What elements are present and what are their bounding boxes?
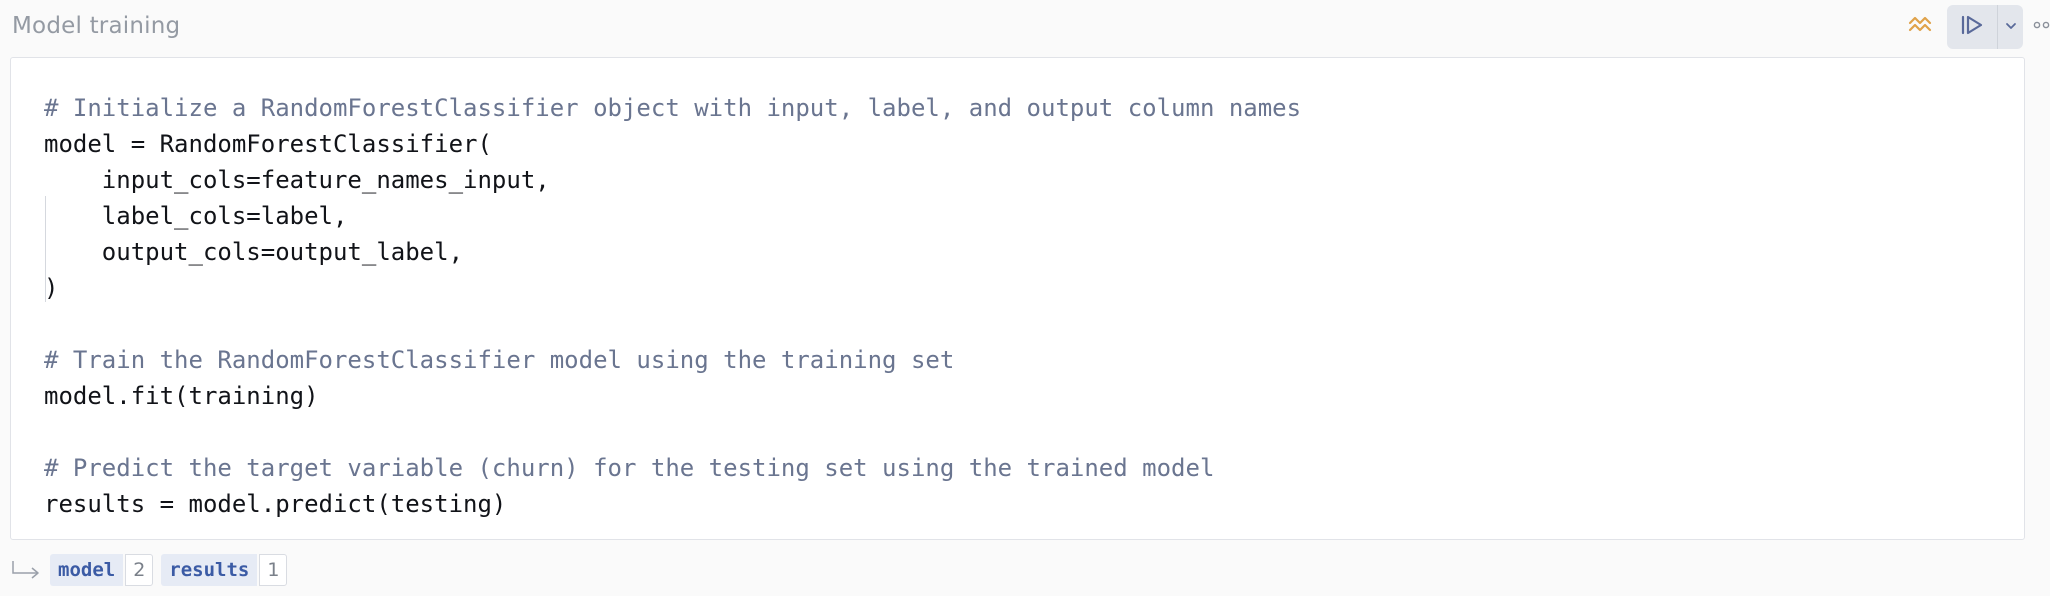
code-line: # Train the RandomForestClassifier model… bbox=[44, 346, 955, 374]
code-line: model.fit(training) bbox=[44, 382, 319, 410]
variable-name: results bbox=[161, 554, 258, 586]
run-button-group bbox=[1947, 5, 2023, 49]
trend-zigzag-icon bbox=[1907, 13, 1933, 40]
code-line: # Initialize a RandomForestClassifier ob… bbox=[44, 94, 1302, 122]
variable-name: model bbox=[50, 554, 124, 586]
more-horizontal-icon bbox=[2033, 17, 2050, 35]
code-line: model = RandomForestClassifier( bbox=[44, 130, 492, 158]
return-arrow-icon bbox=[10, 555, 44, 585]
insight-button[interactable] bbox=[1900, 9, 1940, 43]
cell-outputs: model 2 results 1 bbox=[10, 552, 295, 588]
code-line: label_cols=label, bbox=[44, 202, 348, 230]
code-line: # Predict the target variable (churn) fo… bbox=[44, 454, 1215, 482]
variable-count: 1 bbox=[259, 554, 288, 586]
chevron-down-icon bbox=[2004, 18, 2018, 36]
code-line: output_cols=output_label, bbox=[44, 238, 464, 266]
code-line: ) bbox=[44, 274, 59, 302]
run-cell-button[interactable] bbox=[1947, 5, 1998, 49]
output-variable-model[interactable]: model 2 bbox=[50, 554, 154, 586]
run-play-icon bbox=[1958, 13, 1986, 42]
code-line: input_cols=feature_names_input, bbox=[44, 166, 550, 194]
code-block: # Initialize a RandomForestClassifier ob… bbox=[44, 90, 1301, 522]
code-editor[interactable]: # Initialize a RandomForestClassifier ob… bbox=[10, 57, 2025, 540]
more-options-button[interactable] bbox=[2026, 9, 2050, 43]
code-line: results = model.predict(testing) bbox=[44, 490, 507, 518]
run-options-dropdown[interactable] bbox=[1998, 5, 2023, 49]
output-variable-results[interactable]: results 1 bbox=[161, 554, 288, 586]
variable-count: 2 bbox=[125, 554, 154, 586]
cell-toolbar bbox=[1820, 0, 2050, 52]
cell-title[interactable]: Model training bbox=[12, 9, 180, 43]
